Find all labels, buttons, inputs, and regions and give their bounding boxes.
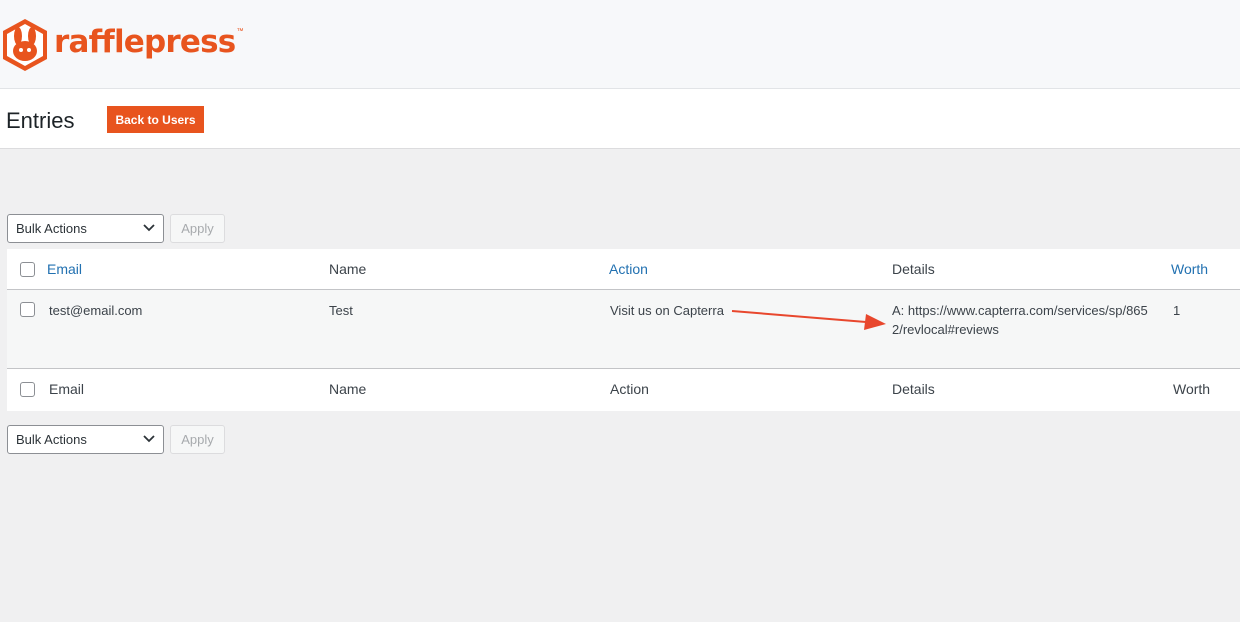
page-title: Entries xyxy=(6,108,75,133)
bulk-actions-label: Bulk Actions xyxy=(16,432,87,447)
footer-name-header: Name xyxy=(329,381,367,397)
back-to-users-button[interactable]: Back to Users xyxy=(107,106,204,133)
brand-name: rafflepress xyxy=(54,23,236,60)
row-action: Visit us on Capterra xyxy=(610,303,724,318)
page-header: Entries Back to Users xyxy=(0,89,1240,149)
bulk-actions-select-top[interactable]: Bulk Actions xyxy=(7,214,164,243)
chevron-down-icon xyxy=(143,435,155,443)
column-email-header[interactable]: Email xyxy=(47,260,82,279)
row-checkbox[interactable] xyxy=(20,302,35,317)
row-details: A: https://www.capterra.com/services/sp/… xyxy=(892,303,1148,337)
footer-details-header: Details xyxy=(892,381,935,397)
apply-button-top[interactable]: Apply xyxy=(170,214,225,243)
bulk-actions-label: Bulk Actions xyxy=(16,221,87,236)
column-name-header: Name xyxy=(329,261,367,277)
table-footer: Email Name Action Details Worth xyxy=(7,369,1240,411)
top-bar: rafflepress ™ xyxy=(0,0,1240,89)
select-all-checkbox[interactable] xyxy=(20,262,35,277)
footer-action-header: Action xyxy=(610,381,649,397)
bulk-actions-select-bottom[interactable]: Bulk Actions xyxy=(7,425,164,454)
row-name: Test xyxy=(329,303,353,318)
column-action-header[interactable]: Action xyxy=(609,260,648,279)
entries-table: Email Name Action Details Worth test@ema… xyxy=(7,249,1240,411)
trademark-symbol: ™ xyxy=(236,27,244,35)
column-details-header: Details xyxy=(892,261,935,277)
apply-button-bottom[interactable]: Apply xyxy=(170,425,225,454)
chevron-down-icon xyxy=(143,224,155,232)
row-worth: 1 xyxy=(1173,303,1181,318)
rafflepress-logo[interactable]: rafflepress ™ xyxy=(0,18,243,72)
select-all-checkbox-footer[interactable] xyxy=(20,382,35,397)
footer-worth-header: Worth xyxy=(1173,381,1211,397)
row-email: test@email.com xyxy=(49,303,143,318)
rabbit-logo-icon xyxy=(3,19,47,71)
table-row: test@email.com Test Visit us on Capterra… xyxy=(7,290,1240,369)
table-header: Email Name Action Details Worth xyxy=(7,249,1240,290)
column-worth-header[interactable]: Worth xyxy=(1171,260,1208,279)
footer-email-header: Email xyxy=(49,381,85,397)
